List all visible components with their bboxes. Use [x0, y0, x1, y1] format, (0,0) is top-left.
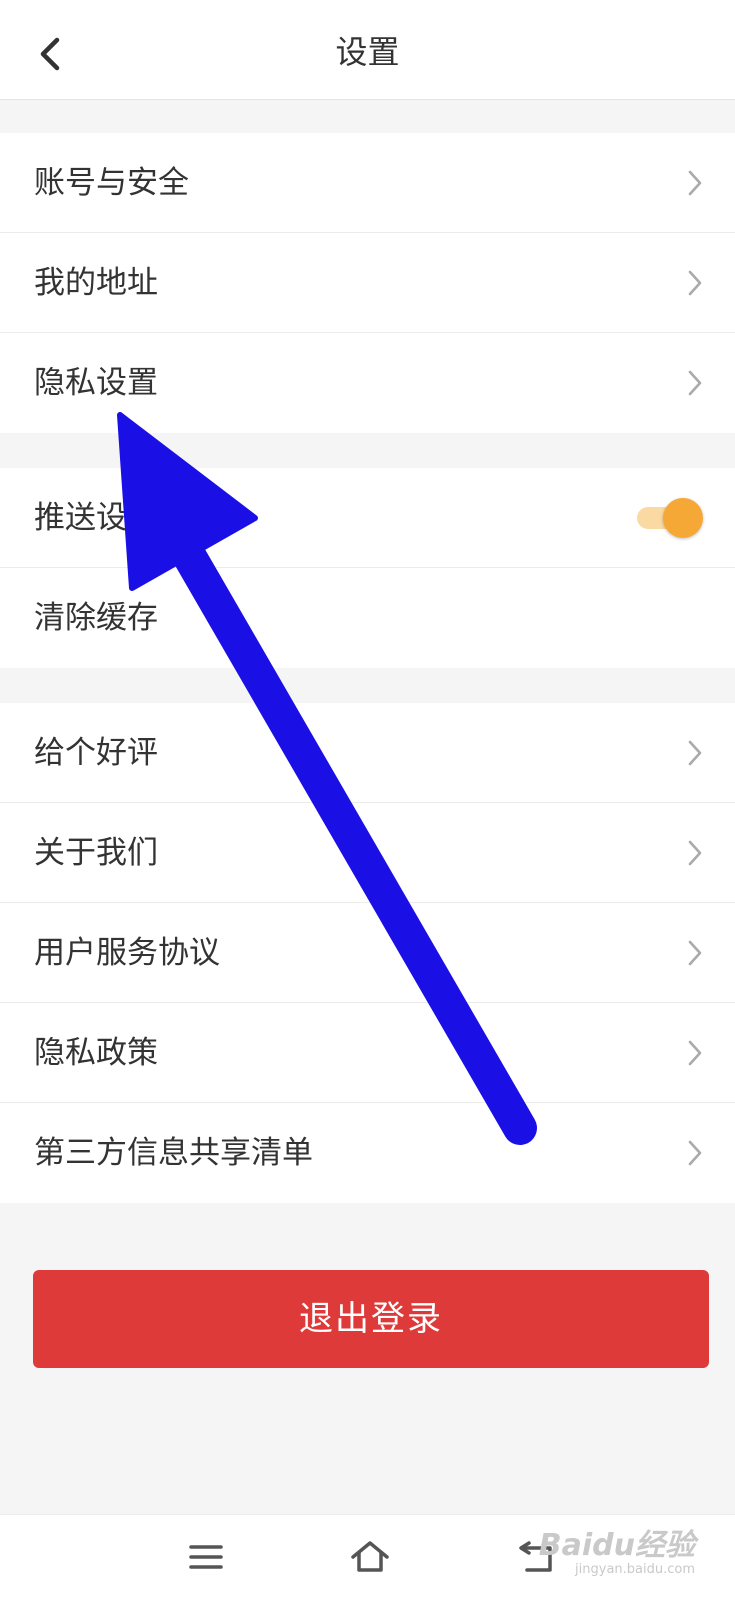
settings-item-about-us[interactable]: 关于我们 — [0, 803, 735, 903]
push-notification-toggle[interactable] — [633, 498, 703, 538]
settings-item-label: 我的地址 — [34, 265, 158, 301]
home-icon — [351, 1541, 389, 1572]
settings-item-rate-us[interactable]: 给个好评 — [0, 703, 735, 803]
settings-item-account-security[interactable]: 账号与安全 — [0, 133, 735, 233]
toggle-knob — [663, 498, 703, 538]
settings-item-push-settings: 推送设置 — [0, 468, 735, 568]
settings-item-label: 推送设置 — [34, 500, 158, 536]
settings-item-user-agreement[interactable]: 用户服务协议 — [0, 903, 735, 1003]
settings-item-label: 关于我们 — [34, 835, 158, 871]
settings-item-third-party-sharing[interactable]: 第三方信息共享清单 — [0, 1103, 735, 1203]
chevron-right-icon — [688, 270, 702, 296]
settings-group-about: 给个好评 关于我们 用户服务协议 隐私政策 第三方信息共享清单 — [0, 703, 735, 1203]
settings-item-clear-cache[interactable]: 清除缓存 — [0, 568, 735, 668]
chevron-right-icon — [688, 840, 702, 866]
chevron-right-icon — [688, 740, 702, 766]
settings-item-label: 隐私政策 — [34, 1035, 158, 1071]
settings-item-label: 清除缓存 — [34, 600, 158, 636]
logout-button[interactable]: 退出登录 — [33, 1270, 709, 1368]
chevron-right-icon — [688, 170, 702, 196]
nav-back-button[interactable] — [506, 1527, 566, 1587]
settings-item-label: 用户服务协议 — [34, 935, 220, 971]
settings-item-privacy-policy[interactable]: 隐私政策 — [0, 1003, 735, 1103]
back-button[interactable] — [22, 26, 78, 82]
nav-home-button[interactable] — [340, 1527, 400, 1587]
chevron-right-icon — [688, 1040, 702, 1066]
settings-item-my-address[interactable]: 我的地址 — [0, 233, 735, 333]
top-bar: 设置 — [0, 0, 735, 100]
settings-group-account: 账号与安全 我的地址 隐私设置 — [0, 133, 735, 433]
settings-item-privacy-settings[interactable]: 隐私设置 — [0, 333, 735, 433]
nav-menu-button[interactable] — [176, 1527, 236, 1587]
chevron-left-icon — [40, 37, 60, 71]
settings-item-label: 隐私设置 — [34, 365, 158, 401]
chevron-right-icon — [688, 370, 702, 396]
settings-item-label: 账号与安全 — [34, 165, 189, 201]
settings-item-label: 给个好评 — [34, 735, 158, 771]
menu-icon — [189, 1545, 223, 1569]
system-nav-bar — [0, 1514, 735, 1600]
chevron-right-icon — [688, 940, 702, 966]
back-icon — [519, 1541, 552, 1572]
settings-item-label: 第三方信息共享清单 — [34, 1135, 313, 1171]
settings-group-app: 推送设置 清除缓存 — [0, 468, 735, 668]
page-title: 设置 — [335, 33, 400, 71]
chevron-right-icon — [688, 1140, 702, 1166]
